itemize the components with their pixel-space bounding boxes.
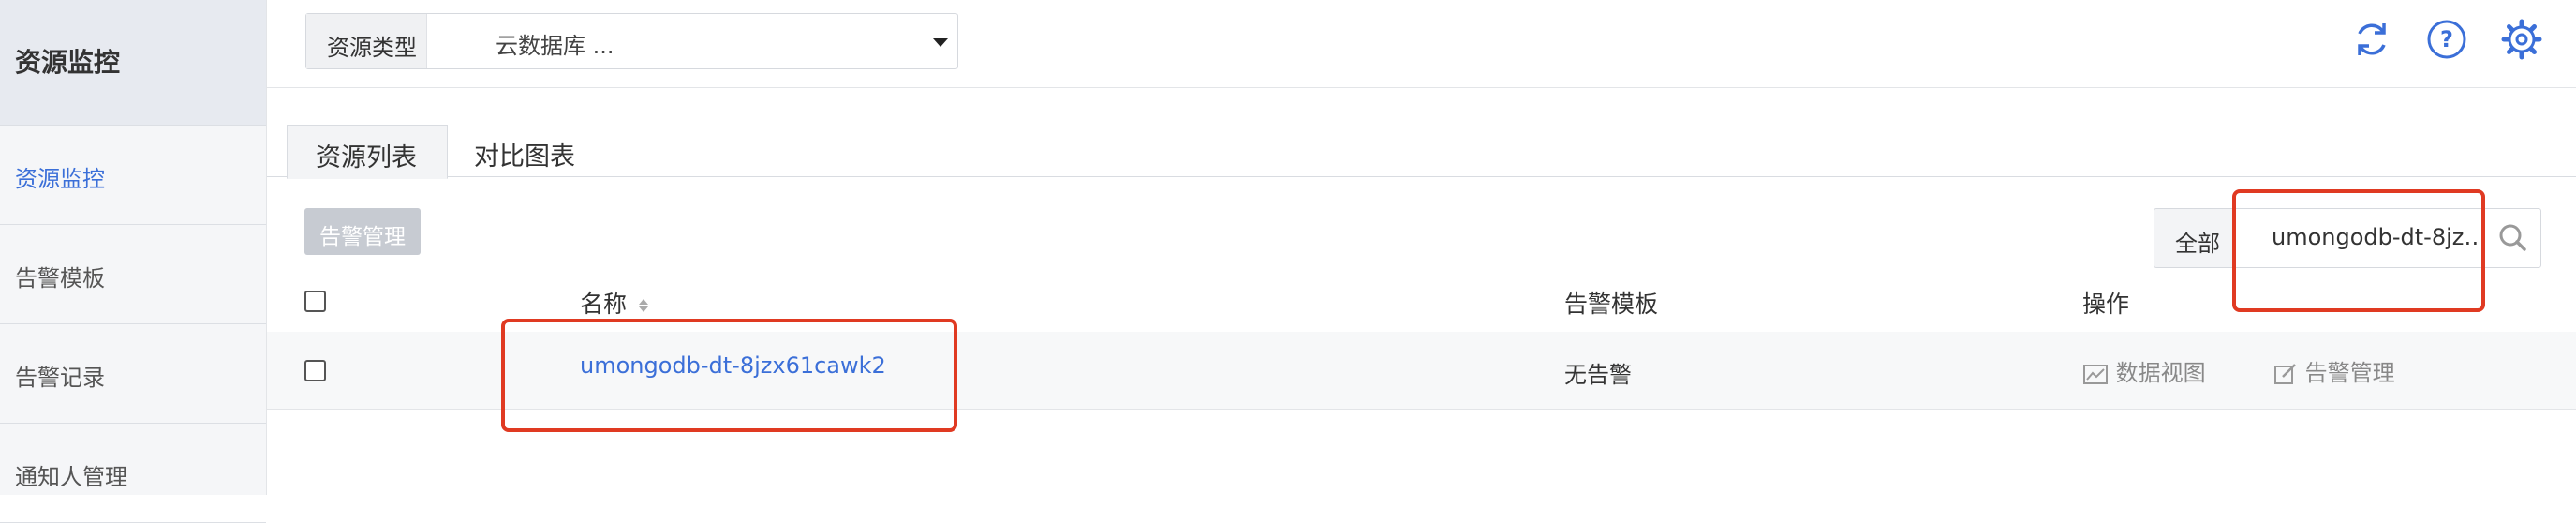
tabs-divider (267, 176, 2576, 177)
data-view-action[interactable]: 数据视图 (2082, 354, 2206, 387)
sidebar-item-alert-template[interactable]: 告警模板 (0, 225, 266, 324)
chart-icon (2083, 365, 2108, 384)
search-filter-select[interactable]: 全部 (2154, 208, 2234, 268)
alert-manage-action[interactable]: 告警管理 (2273, 354, 2395, 387)
select-all-checkbox[interactable] (304, 291, 326, 312)
sidebar: 资源监控 资源监控 告警模板 告警记录 通知人管理 (0, 0, 267, 523)
edit-icon (2274, 364, 2296, 384)
chevron-down-icon (933, 38, 948, 47)
sidebar-item-label: 告警模板 (15, 265, 105, 291)
help-icon[interactable]: ? (2424, 17, 2469, 62)
alert-manage-button[interactable]: 告警管理 (304, 208, 421, 255)
tab-compare-chart[interactable]: 对比图表 (459, 125, 609, 177)
settings-icon[interactable] (2499, 17, 2544, 62)
row-checkbox[interactable] (304, 360, 326, 381)
resource-type-label: 资源类型 (306, 14, 427, 68)
name-highlight-box (501, 319, 957, 432)
column-header-actions: 操作 (2082, 291, 2130, 318)
top-bar: 资源类型 云数据库 ... ? (267, 0, 2576, 88)
tab-resource-list[interactable]: 资源列表 (287, 125, 448, 179)
column-header-name[interactable]: 名称 (580, 286, 649, 320)
column-header-template: 告警模板 (1564, 291, 1659, 318)
svg-text:?: ? (2440, 26, 2453, 52)
sidebar-item-label: 资源监控 (15, 166, 105, 192)
sidebar-item-resource-monitor[interactable]: 资源监控 (0, 126, 266, 225)
sidebar-item-label: 告警记录 (15, 365, 105, 391)
sidebar-title: 资源监控 (0, 0, 266, 126)
sort-icon[interactable] (638, 297, 649, 314)
template-value: 无告警 (1564, 362, 1632, 388)
sidebar-item-label: 通知人管理 (15, 464, 127, 490)
refresh-icon[interactable] (2349, 17, 2394, 62)
resource-type-value: 云数据库 ... (496, 33, 614, 59)
search-icon (2499, 224, 2526, 251)
sidebar-item-alert-records[interactable]: 告警记录 (0, 324, 266, 424)
resource-type-select[interactable]: 资源类型 云数据库 ... (305, 13, 958, 69)
sidebar-item-contact-management[interactable]: 通知人管理 (0, 424, 266, 523)
search-button[interactable] (2484, 208, 2541, 268)
sidebar-title-text: 资源监控 (15, 47, 121, 78)
